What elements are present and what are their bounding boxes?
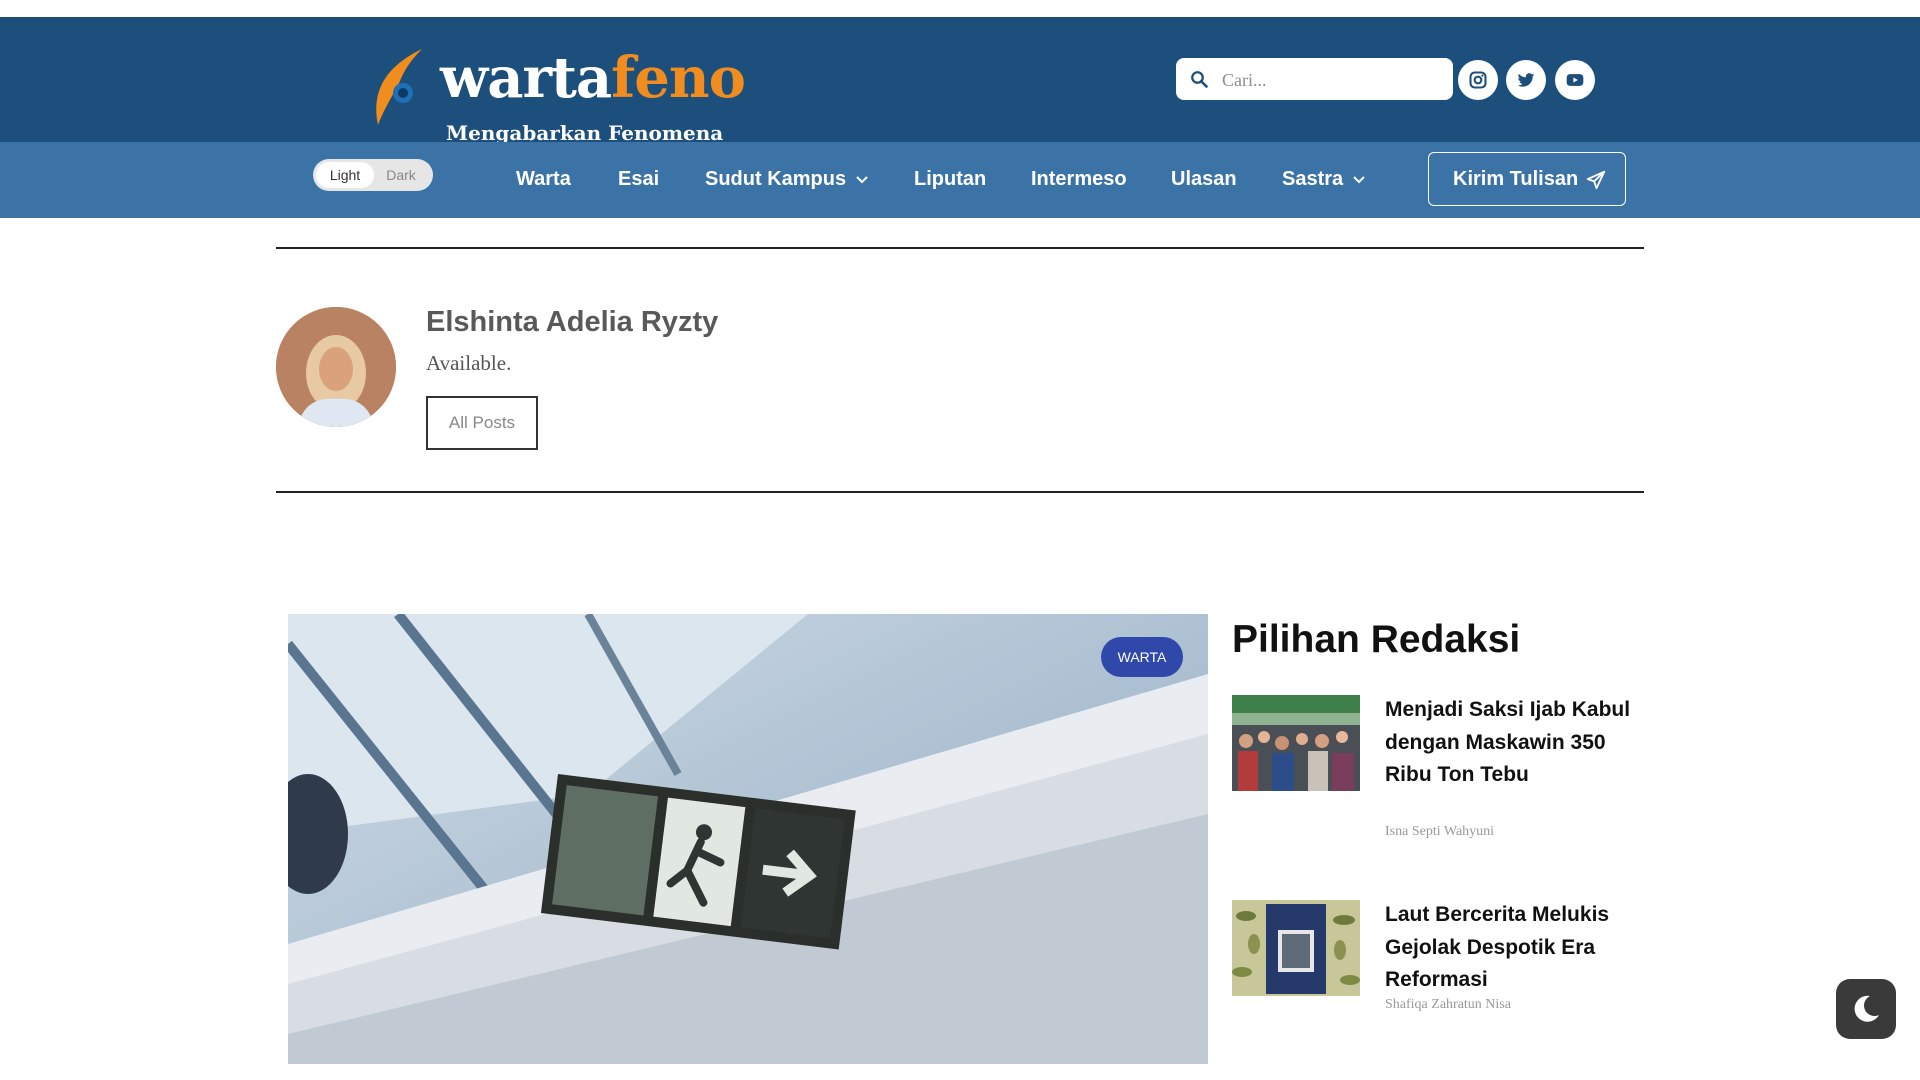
- pick-2-thumbnail[interactable]: [1232, 900, 1360, 996]
- twitter-icon: [1517, 73, 1535, 87]
- youtube-button[interactable]: [1555, 60, 1595, 100]
- pick-2-author[interactable]: Shafiqa Zahratun Nisa: [1385, 997, 1511, 1013]
- logo-wordmark: wartafeno: [440, 45, 746, 111]
- search-box: [1176, 58, 1453, 100]
- author-avatar: [276, 307, 396, 427]
- moon-icon: [1854, 995, 1879, 1022]
- nav-item-ulasan[interactable]: Ulasan: [1171, 168, 1237, 191]
- search-icon: [1191, 71, 1208, 88]
- nav-item-liputan[interactable]: Liputan: [914, 168, 986, 191]
- paper-plane-icon: [1586, 170, 1606, 190]
- nav-item-sudut-kampus[interactable]: Sudut Kampus: [705, 168, 868, 191]
- main-nav: Light Dark Warta Esai Sudut Kampus Liput…: [0, 142, 1920, 218]
- theme-dark-option[interactable]: Dark: [372, 162, 430, 188]
- nav-item-warta[interactable]: Warta: [516, 168, 571, 191]
- author-name: Elshinta Adelia Ryzty: [426, 306, 719, 338]
- top-gap: [0, 0, 1920, 17]
- nav-item-sastra[interactable]: Sastra: [1282, 168, 1365, 191]
- youtube-icon: [1566, 74, 1584, 86]
- nav-item-intermeso[interactable]: Intermeso: [1031, 168, 1127, 191]
- feather-logo-icon: [376, 49, 422, 125]
- submit-article-button[interactable]: Kirim Tulisan: [1428, 152, 1626, 206]
- category-badge[interactable]: WARTA: [1101, 637, 1183, 677]
- featured-post-image[interactable]: [288, 614, 1208, 1064]
- search-input[interactable]: [1220, 64, 1444, 96]
- nav-item-esai[interactable]: Esai: [618, 168, 659, 191]
- theme-light-option[interactable]: Light: [316, 162, 374, 188]
- all-posts-button[interactable]: All Posts: [426, 396, 538, 450]
- instagram-icon: [1469, 71, 1487, 89]
- instagram-button[interactable]: [1458, 60, 1498, 100]
- editors-pick-title: Pilihan Redaksi: [1232, 618, 1521, 661]
- theme-toggle[interactable]: Light Dark: [313, 159, 433, 191]
- divider-bottom: [276, 491, 1644, 493]
- twitter-button[interactable]: [1506, 60, 1546, 100]
- submit-article-label: Kirim Tulisan: [1453, 168, 1579, 190]
- chevron-down-icon: [856, 176, 868, 184]
- site-header: wartafeno Mengabarkan Fenomena: [0, 17, 1920, 145]
- divider-top: [276, 247, 1644, 249]
- chevron-down-icon: [1353, 176, 1365, 184]
- pick-1-thumbnail[interactable]: [1232, 695, 1360, 791]
- author-bio: Available.: [426, 351, 512, 375]
- pick-1-author[interactable]: Isna Septi Wahyuni: [1385, 824, 1494, 840]
- dark-mode-button[interactable]: [1836, 979, 1896, 1039]
- pick-1-title[interactable]: Menjadi Saksi Ijab Kabul dengan Maskawin…: [1385, 694, 1635, 792]
- pick-2-title[interactable]: Laut Bercerita Melukis Gejolak Despotik …: [1385, 899, 1635, 997]
